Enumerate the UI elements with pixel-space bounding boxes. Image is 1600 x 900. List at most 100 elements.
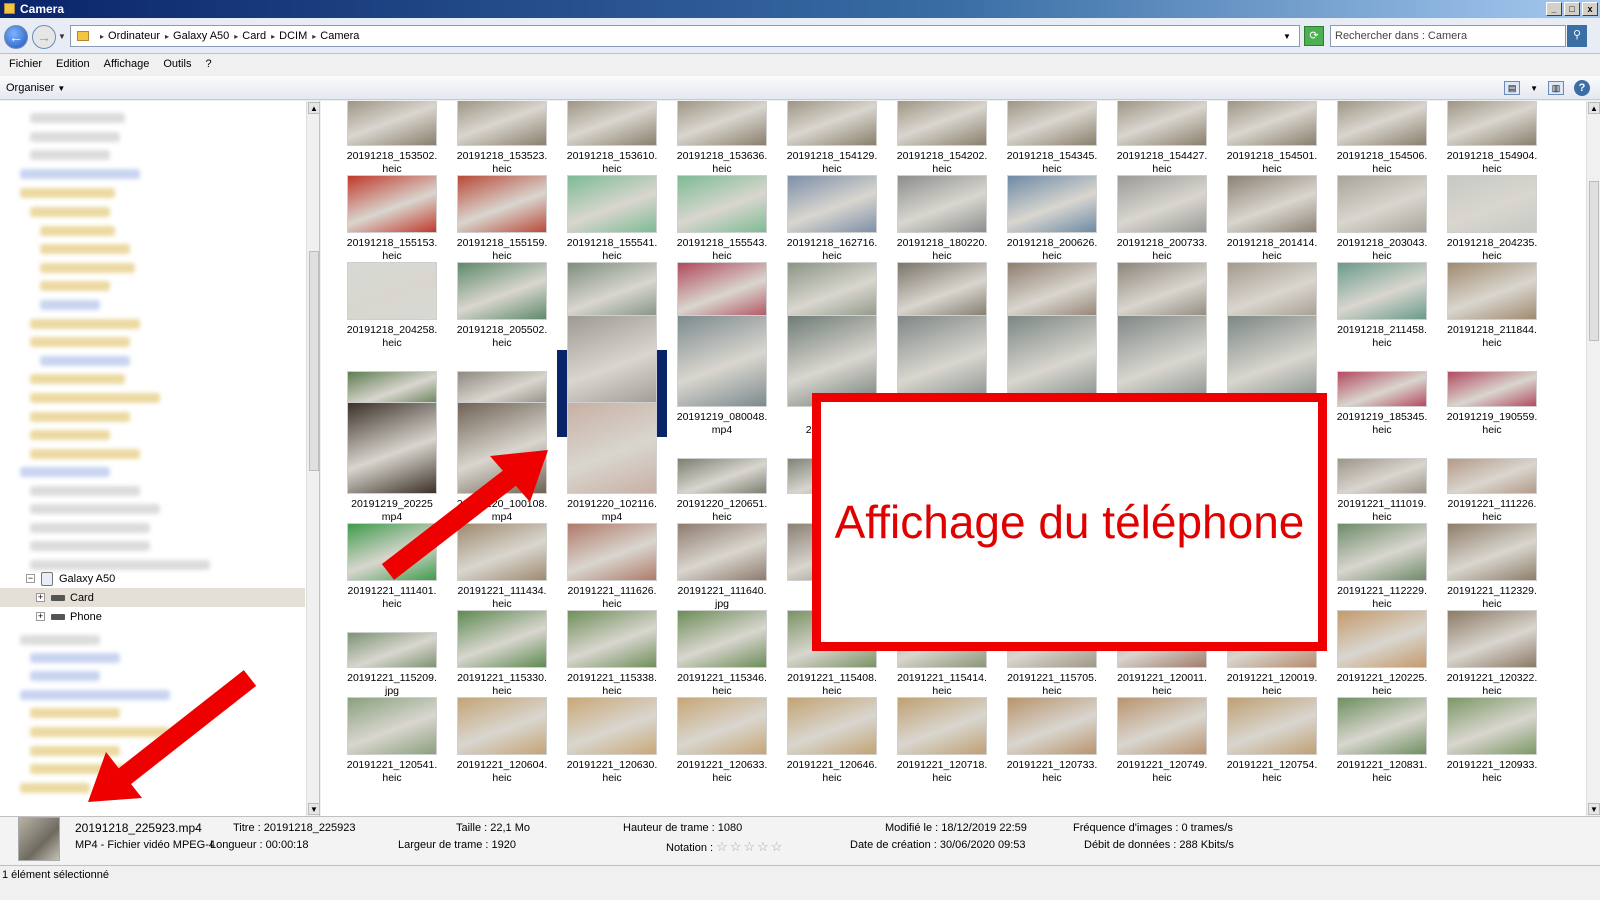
scroll-thumb[interactable] [309,251,319,471]
menu-help[interactable]: ? [198,55,218,75]
file-item[interactable]: 20191219_185345. heic [1327,350,1437,437]
file-item[interactable]: 20191221_111434. heic [447,523,557,611]
file-item[interactable]: 20191218_153523. heic [447,101,557,176]
file-item[interactable]: 20191221_115330. heic [447,610,557,698]
breadcrumb-galaxy[interactable]: ▸ Galaxy A50 [165,30,229,42]
file-item[interactable]: 20191221_120749. heic [1107,697,1217,785]
file-item[interactable]: 20191218_153636. heic [667,101,777,176]
file-item[interactable]: 20191218_180220. heic [887,175,997,263]
scroll-thumb[interactable] [1589,181,1599,341]
file-item[interactable]: 20191221_111640. jpg [667,523,777,611]
file-item[interactable]: 20191218_203043. heic [1327,175,1437,263]
file-item[interactable]: 20191219_20225 mp4 [337,402,447,524]
forward-button[interactable]: → [32,25,56,49]
back-button[interactable]: ← [4,25,28,49]
rating-stars-icon[interactable]: ☆☆☆☆☆ [716,839,784,854]
scroll-down-icon[interactable]: ▼ [1588,803,1600,815]
recent-pages-dropdown[interactable]: ▼ [58,32,66,41]
file-view-scrollbar[interactable]: ▲ ▼ [1586,101,1600,816]
file-item[interactable]: 20191221_120646. heic [777,697,887,785]
file-item[interactable]: 20191218_153610. heic [557,101,667,176]
file-item[interactable]: 20191218_201414. heic [1217,175,1327,263]
menu-edition[interactable]: Edition [49,55,97,75]
preview-pane-icon[interactable]: ▥ [1548,81,1564,95]
file-item[interactable]: 20191221_120754. heic [1217,697,1327,785]
scroll-up-icon[interactable]: ▲ [1588,102,1600,114]
breadcrumb-ordinateur[interactable]: ▸ Ordinateur [100,30,160,42]
file-item[interactable]: 20191221_120933. heic [1437,697,1547,785]
file-item[interactable]: 20191218_204235. heic [1437,175,1547,263]
file-item[interactable]: 20191218_200626. heic [997,175,1107,263]
view-mode-dropdown[interactable]: ▼ [1530,84,1538,93]
file-item[interactable]: 20191218_154904. heic [1437,101,1547,176]
file-item[interactable]: 20191221_120541. heic [337,697,447,785]
address-dropdown[interactable]: ▼ [1283,32,1291,41]
tree-item-phone[interactable]: + Phone [0,607,305,626]
file-item[interactable]: 20191218_204258. heic [337,262,447,350]
file-item[interactable]: 20191218_200733. heic [1107,175,1217,263]
file-item[interactable]: 20191221_120831. heic [1327,697,1437,785]
file-item[interactable]: 20191218_153502. heic [337,101,447,176]
refresh-button[interactable]: ⟳ [1304,26,1324,46]
file-item[interactable]: 20191221_120630. heic [557,697,667,785]
file-item[interactable]: 20191221_115346. heic [667,610,777,698]
file-item[interactable]: 20191221_111401. heic [337,523,447,611]
file-item[interactable]: 20191218_154506. heic [1327,101,1437,176]
tree-item-card[interactable]: + Card [0,588,305,607]
file-item[interactable]: 20191221_120733. heic [997,697,1107,785]
menu-fichier[interactable]: Fichier [2,55,49,75]
file-item[interactable]: 20191218_154202. heic [887,101,997,176]
scroll-up-icon[interactable]: ▲ [308,102,319,114]
menu-outils[interactable]: Outils [156,55,198,75]
menu-affichage[interactable]: Affichage [97,55,157,75]
file-item[interactable]: 20191218_155541. heic [557,175,667,263]
file-item[interactable]: 20191218_154427. heic [1107,101,1217,176]
file-item[interactable]: 20191221_120225. heic [1327,610,1437,698]
file-item[interactable]: 20191221_112329. heic [1437,523,1547,611]
file-item[interactable]: 20191221_115209. jpg [337,611,447,698]
file-item[interactable]: 20191218_154501. heic [1217,101,1327,176]
organise-button[interactable]: Organiser ▼ [6,80,65,97]
file-name-label: 20191221_115414. heic [887,672,997,698]
breadcrumb-camera[interactable]: ▸ Camera [312,30,359,42]
file-item[interactable]: 20191221_120718. heic [887,697,997,785]
file-item[interactable]: 20191218_154345. heic [997,101,1107,176]
file-item[interactable]: 20191218_211458. heic [1327,262,1437,350]
file-item[interactable]: 20191221_112229. heic [1327,523,1437,611]
file-item[interactable]: 20191218_155159. heic [447,175,557,263]
expand-icon[interactable]: + [36,612,45,621]
breadcrumb-dcim[interactable]: ▸ DCIM [271,30,307,42]
expand-icon[interactable]: + [36,593,45,602]
search-icon[interactable]: ⚲ [1567,25,1587,47]
close-button[interactable]: x [1582,2,1598,16]
scroll-down-icon[interactable]: ▼ [308,803,319,815]
maximize-button[interactable]: □ [1564,2,1580,16]
file-item[interactable]: 20191219_080048. mp4 [667,315,777,437]
file-item[interactable]: 20191220_120651. heic [667,437,777,524]
file-item[interactable]: 20191221_111226. heic [1437,437,1547,524]
file-item[interactable]: 20191218_205502. heic [447,262,557,350]
file-item[interactable]: 20191221_115338. heic [557,610,667,698]
file-item[interactable]: 20191218_155543. heic [667,175,777,263]
breadcrumb-card[interactable]: ▸ Card [234,30,266,42]
search-input[interactable]: Rechercher dans : Camera [1330,25,1566,47]
file-item[interactable]: 20191221_111019. heic [1327,437,1437,524]
file-item[interactable]: 20191219_190559. heic [1437,350,1547,437]
file-item[interactable]: 20191218_154129. heic [777,101,887,176]
file-item[interactable]: 20191221_111626. heic [557,523,667,611]
file-item[interactable]: 20191221_120633. heic [667,697,777,785]
file-item[interactable]: 20191218_155153. heic [337,175,447,263]
file-item[interactable]: 20191221_120604. heic [447,697,557,785]
tree-item-galaxy-a50[interactable]: − Galaxy A50 [0,569,305,588]
file-item[interactable]: 20191218_211844. heic [1437,262,1547,350]
address-bar[interactable]: ▸ Ordinateur ▸ Galaxy A50 ▸ Card ▸ DCIM ▸ Cam… [70,25,1300,47]
tree-scrollbar[interactable]: ▲ ▼ [306,101,319,816]
minimize-button[interactable]: _ [1546,2,1562,16]
file-item[interactable]: 20191221_120322. heic [1437,610,1547,698]
collapse-icon[interactable]: − [26,574,35,583]
view-mode-icon[interactable]: ▤ [1504,81,1521,95]
help-icon[interactable]: ? [1574,80,1590,96]
file-item[interactable]: 20191218_162716. heic [777,175,887,263]
file-item[interactable]: 20191220_102116. mp4 [557,402,667,524]
file-item[interactable]: 20191220_100108. mp4 [447,402,557,524]
